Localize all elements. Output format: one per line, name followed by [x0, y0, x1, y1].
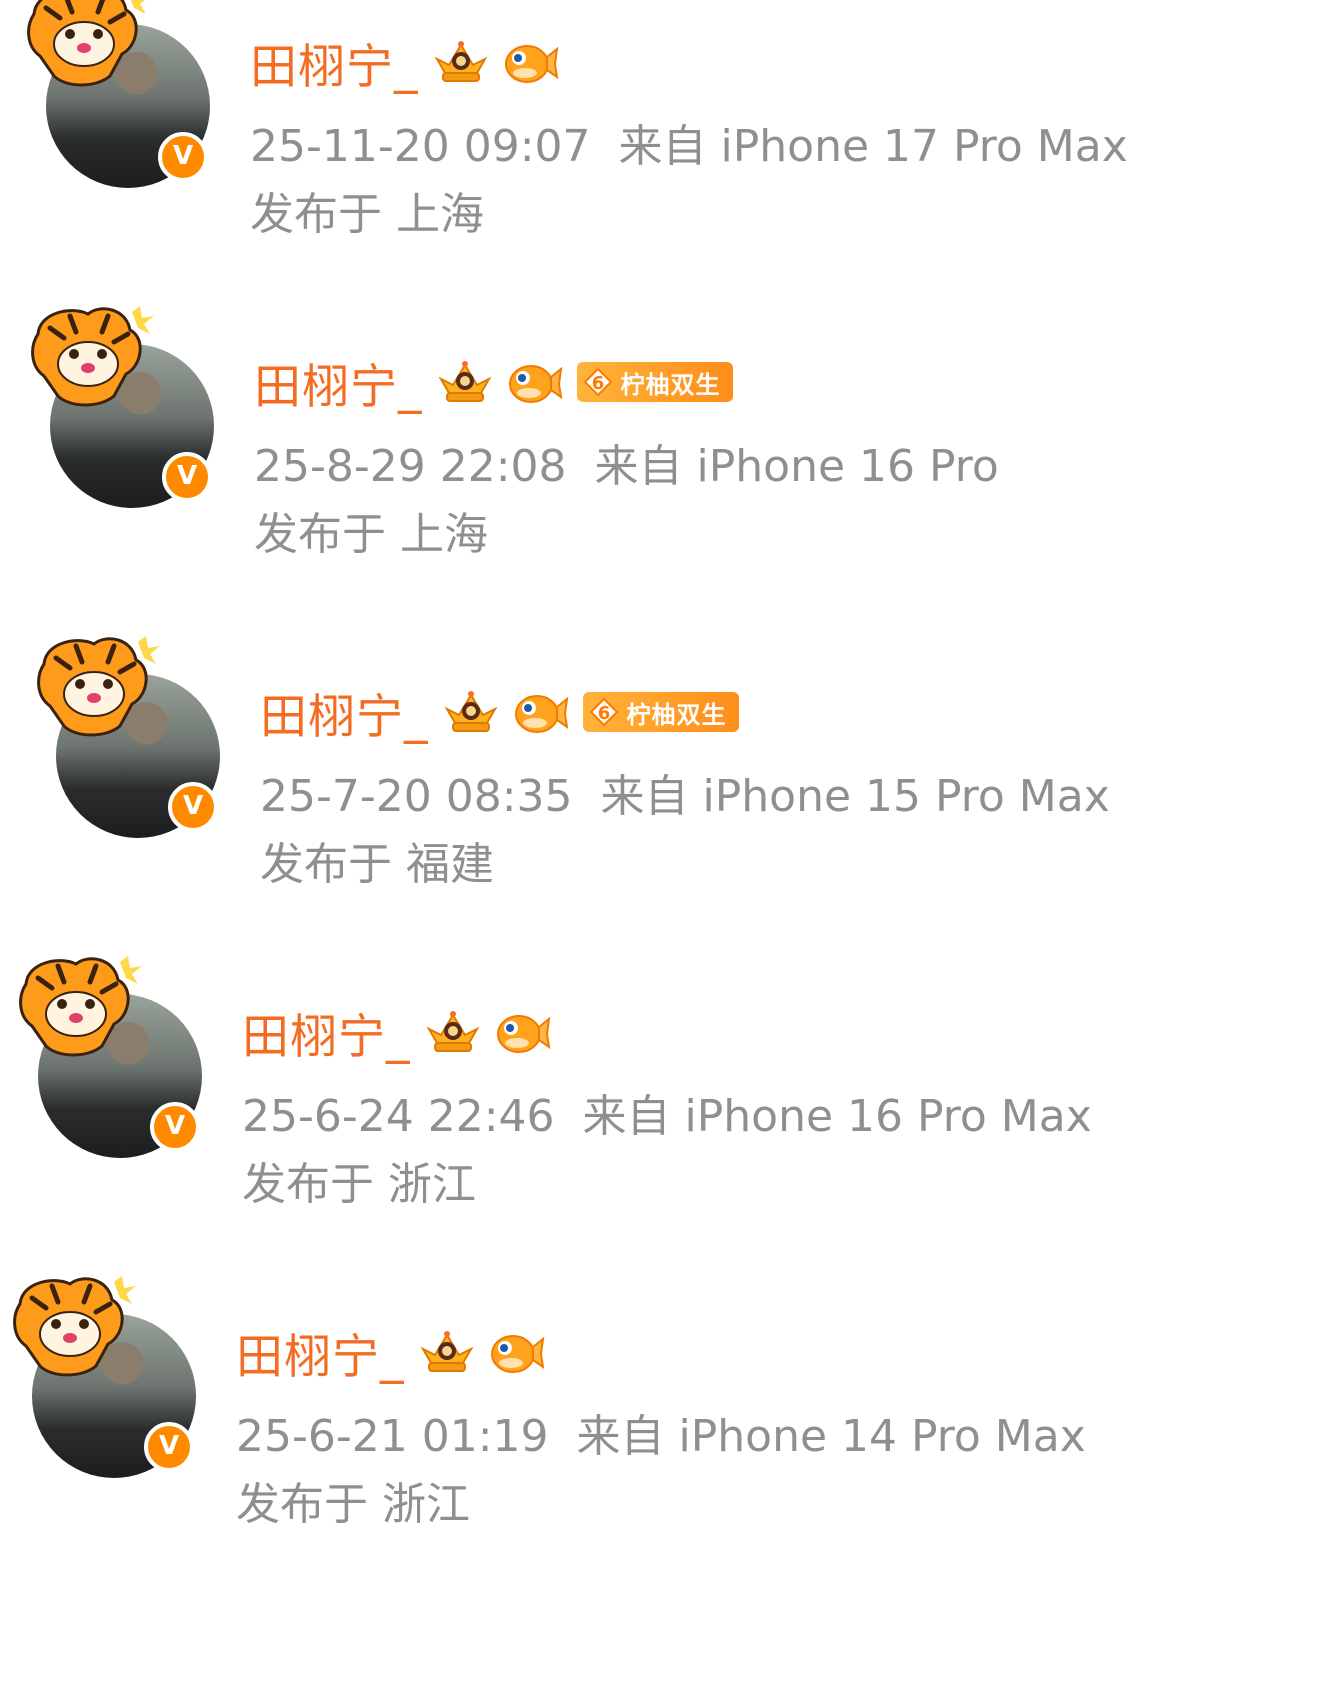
verified-v-icon: V — [150, 1102, 200, 1152]
post-header-1: V 田栩宁_ 25-11-20 09:07 来自 iPhone 17 Pro Ma… — [34, 0, 1284, 280]
post-header-2: V 田栩宁_ 柠柚双生 25-8-29 22:08 来自 iPhone 16 Pr… — [38, 320, 1288, 600]
verified-v-icon: V — [158, 132, 208, 182]
post-location: 发布于 上海 — [254, 509, 488, 560]
name-row: 田栩宁_ — [242, 998, 559, 1067]
post-source: 来自 iPhone 15 Pro Max — [600, 771, 1110, 822]
crown-badge-icon[interactable] — [441, 687, 501, 737]
verified-v-icon: V — [162, 452, 212, 502]
avatar[interactable]: V — [34, 0, 224, 200]
username[interactable]: 田栩宁_ — [250, 28, 419, 97]
post-source: 来自 iPhone 14 Pro Max — [576, 1411, 1086, 1462]
post-time: 25-7-20 08:35 — [260, 771, 573, 822]
pufferfish-badge-icon[interactable] — [509, 687, 569, 737]
pufferfish-badge-icon[interactable] — [499, 37, 559, 87]
avatar[interactable]: V — [20, 1290, 210, 1490]
post-time: 25-8-29 22:08 — [254, 441, 567, 492]
name-row: 田栩宁_ 柠柚双生 — [254, 348, 733, 417]
tiger-pendant-icon — [36, 634, 166, 744]
fan-level-icon — [581, 365, 615, 399]
post-time: 25-6-21 01:19 — [236, 1411, 549, 1462]
name-row: 田栩宁_ — [250, 28, 567, 97]
fan-level-icon — [587, 695, 621, 729]
verified-v-icon: V — [168, 782, 218, 832]
post-source: 来自 iPhone 16 Pro — [594, 441, 999, 492]
name-row: 田栩宁_ 柠柚双生 — [260, 678, 739, 747]
tiger-pendant-icon — [18, 954, 148, 1064]
crown-badge-icon[interactable] — [423, 1007, 483, 1057]
crown-badge-icon[interactable] — [435, 357, 495, 407]
post-time: 25-11-20 09:07 — [250, 121, 591, 172]
pufferfish-badge-icon[interactable] — [485, 1327, 545, 1377]
post-time: 25-6-24 22:46 — [242, 1091, 555, 1142]
username[interactable]: 田栩宁_ — [254, 348, 423, 417]
avatar[interactable]: V — [38, 320, 228, 520]
name-row: 田栩宁_ — [236, 1318, 553, 1387]
post-header-4: V 田栩宁_ 25-6-24 22:46 来自 iPhone 16 Pro Max… — [26, 970, 1276, 1250]
post-meta-time: 25-7-20 08:35 来自 iPhone 15 Pro Max — [260, 760, 1110, 824]
post-location: 发布于 浙江 — [242, 1159, 476, 1210]
username[interactable]: 田栩宁_ — [260, 678, 429, 747]
verified-v-icon: V — [144, 1422, 194, 1472]
post-source: 来自 iPhone 17 Pro Max — [618, 121, 1128, 172]
post-location: 发布于 浙江 — [236, 1479, 470, 1530]
post-header-3: V 田栩宁_ 柠柚双生 25-7-20 08:35 来自 iPhone 15 Pr… — [44, 650, 1294, 930]
post-meta-time: 25-6-21 01:19 来自 iPhone 14 Pro Max — [236, 1400, 1086, 1464]
pufferfish-badge-icon[interactable] — [491, 1007, 551, 1057]
post-meta-time: 25-11-20 09:07 来自 iPhone 17 Pro Max — [250, 110, 1128, 174]
post-meta-time: 25-6-24 22:46 来自 iPhone 16 Pro Max — [242, 1080, 1092, 1144]
post-location: 发布于 上海 — [250, 189, 484, 240]
fan-club-name: 柠柚双生 — [626, 700, 727, 729]
post-header-5: V 田栩宁_ 25-6-21 01:19 来自 iPhone 14 Pro Max… — [20, 1290, 1270, 1570]
avatar[interactable]: V — [26, 970, 216, 1170]
post-source: 来自 iPhone 16 Pro Max — [582, 1091, 1092, 1142]
crown-badge-icon[interactable] — [417, 1327, 477, 1377]
avatar[interactable]: V — [44, 650, 234, 850]
crown-badge-icon[interactable] — [431, 37, 491, 87]
fan-club-name: 柠柚双生 — [620, 370, 721, 399]
tiger-pendant-icon — [30, 304, 160, 414]
pufferfish-badge-icon[interactable] — [503, 357, 563, 407]
post-location: 发布于 福建 — [260, 839, 494, 890]
fan-club-badge[interactable]: 柠柚双生 — [582, 692, 739, 732]
tiger-pendant-icon — [26, 0, 156, 94]
post-meta-time: 25-8-29 22:08 来自 iPhone 16 Pro — [254, 430, 999, 494]
fan-club-badge[interactable]: 柠柚双生 — [576, 362, 733, 402]
tiger-pendant-icon — [12, 1274, 142, 1384]
username[interactable]: 田栩宁_ — [236, 1318, 405, 1387]
username[interactable]: 田栩宁_ — [242, 998, 411, 1067]
